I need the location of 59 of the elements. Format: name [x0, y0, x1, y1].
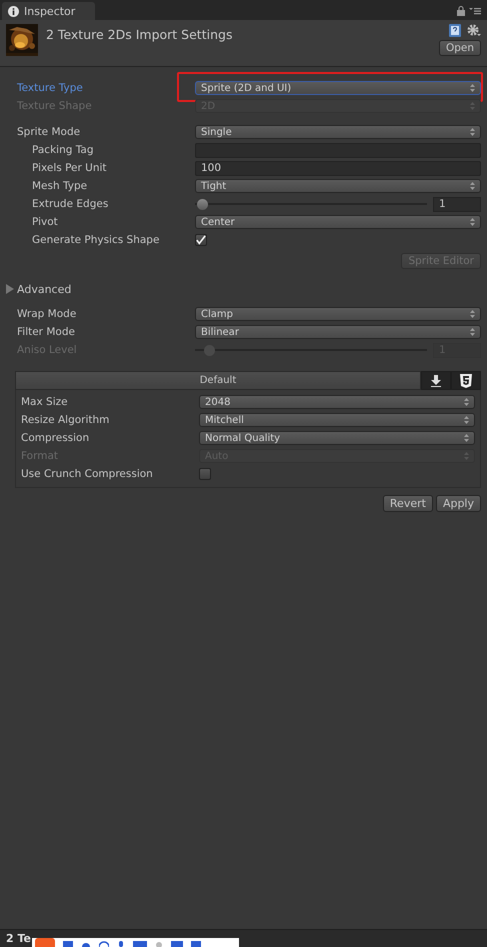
- dropdown[interactable]: Sprite (2D and UI): [195, 81, 481, 95]
- inspector-tab[interactable]: Inspector: [2, 2, 96, 20]
- dropdown-arrows-icon: [470, 182, 475, 190]
- number-field[interactable]: 1: [433, 196, 481, 212]
- dropdown[interactable]: Single: [195, 125, 481, 139]
- field-label: Filter Mode: [17, 326, 76, 338]
- dropdown-arrows-icon: [470, 84, 475, 92]
- field-label: Pivot: [31, 216, 59, 228]
- field-label: Compression: [21, 432, 90, 444]
- dropdown[interactable]: Bilinear: [195, 325, 481, 339]
- field-label: Resize Algorithm: [21, 414, 110, 426]
- dropdown-arrows-icon: [470, 218, 475, 226]
- field-label: Sprite Mode: [17, 126, 82, 138]
- info-icon: [8, 6, 19, 16]
- field-label: Texture Type: [17, 82, 84, 94]
- dropdown-arrows-icon: [464, 398, 469, 406]
- dropdown-arrows-icon: [470, 310, 475, 318]
- dropdown-arrows-icon: [470, 328, 475, 336]
- field-label: Mesh Type: [31, 180, 88, 192]
- shield-icon: [460, 374, 472, 388]
- dropdown[interactable]: Center: [195, 215, 481, 229]
- action-button[interactable]: Revert: [382, 495, 433, 512]
- field-label: Generate Physics Shape: [31, 234, 160, 246]
- platform-header: Default: [15, 371, 421, 390]
- platform-tab[interactable]: [451, 371, 481, 390]
- menu-icon[interactable]: [469, 7, 481, 15]
- checkbox[interactable]: [199, 468, 211, 480]
- dropdown[interactable]: Mitchell: [199, 413, 475, 427]
- dropdown[interactable]: 2048: [199, 395, 475, 409]
- lock-icon[interactable]: [457, 6, 465, 16]
- field-label: Pixels Per Unit: [31, 162, 108, 174]
- checkmark-icon: [196, 234, 206, 246]
- tab-title: Inspector: [24, 4, 76, 18]
- platform-tab[interactable]: [421, 371, 451, 390]
- caret-icon: [5, 284, 15, 294]
- dropdown[interactable]: Tight: [195, 179, 481, 193]
- field-label: Max Size: [21, 396, 69, 408]
- dropdown-arrows-icon: [464, 434, 469, 442]
- status-text: 2 Te: [6, 932, 31, 945]
- field-label: Use Crunch Compression: [21, 468, 154, 480]
- field-label: Wrap Mode: [17, 308, 78, 320]
- dropdown[interactable]: Clamp: [195, 307, 481, 321]
- download-icon: [430, 374, 442, 386]
- dropdown-arrows-icon: [464, 416, 469, 424]
- gear-icon[interactable]: [467, 24, 481, 37]
- help-book-icon[interactable]: [449, 24, 461, 37]
- field-label: Packing Tag: [31, 144, 94, 156]
- dropdown-arrows-icon: [470, 102, 475, 110]
- advanced-foldout[interactable]: Advanced: [5, 281, 481, 297]
- dropdown-arrows-icon: [470, 128, 475, 136]
- dropdown[interactable]: Normal Quality: [199, 431, 475, 445]
- input-field[interactable]: 100: [195, 160, 481, 176]
- action-button[interactable]: Apply: [436, 495, 481, 512]
- slider-thumb[interactable]: [196, 198, 208, 210]
- header-title: 2 Texture 2Ds Import Settings: [46, 26, 234, 44]
- checkbox[interactable]: [195, 234, 207, 246]
- open-button[interactable]: Open: [438, 40, 481, 56]
- dropdown-arrows-icon: [464, 452, 469, 460]
- field-label: Extrude Edges: [31, 198, 110, 210]
